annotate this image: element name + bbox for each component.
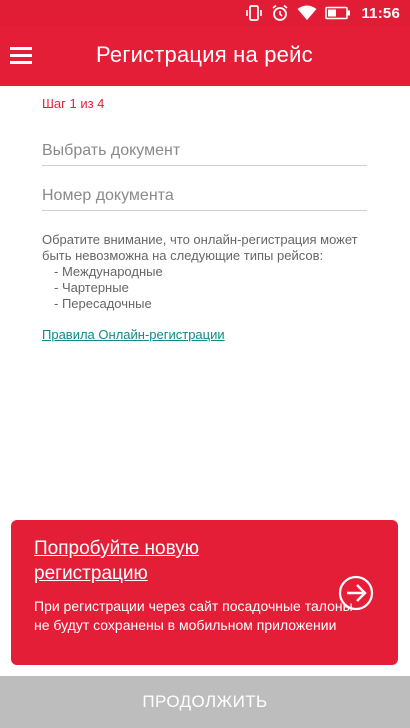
status-bar: 11:56	[0, 0, 410, 26]
promo-title[interactable]: Попробуйте новую регистрацию	[34, 536, 274, 586]
arrow-right-circle-icon[interactable]	[338, 575, 374, 611]
hamburger-menu-icon[interactable]	[10, 42, 36, 68]
list-item: - Чартерные	[54, 280, 129, 295]
battery-icon	[325, 6, 351, 20]
restrictions-notice: Обратите внимание, что онлайн-регистраци…	[42, 232, 372, 312]
document-select-field[interactable]	[42, 136, 367, 166]
wifi-icon	[297, 5, 317, 20]
document-number-field[interactable]	[42, 181, 367, 211]
page-title: Регистрация на рейс	[96, 42, 313, 67]
list-item: - Пересадочные	[54, 296, 152, 311]
flight-types-list: - Международные - Чартерные - Пересадочн…	[42, 264, 372, 312]
vibrate-icon	[246, 5, 263, 21]
checkin-screen: 11:56 Регистрация на рейс Шаг 1 из 4 Обр…	[0, 0, 410, 728]
checkin-rules-link[interactable]: Правила Онлайн-регистрации	[42, 327, 225, 342]
promo-text: При регистрации через сайт посадочные та…	[34, 598, 353, 633]
list-item: - Международные	[54, 264, 163, 279]
app-bar: Регистрация на рейс	[0, 26, 410, 86]
status-time: 11:56	[361, 4, 400, 22]
notice-text: Обратите внимание, что онлайн-регистраци…	[42, 232, 358, 263]
continue-button[interactable]: ПРОДОЛЖИТЬ	[0, 676, 410, 728]
new-checkin-promo-card[interactable]: Попробуйте новую регистрацию При регистр…	[11, 520, 398, 665]
alarm-icon	[272, 4, 288, 21]
step-indicator: Шаг 1 из 4	[42, 96, 105, 111]
